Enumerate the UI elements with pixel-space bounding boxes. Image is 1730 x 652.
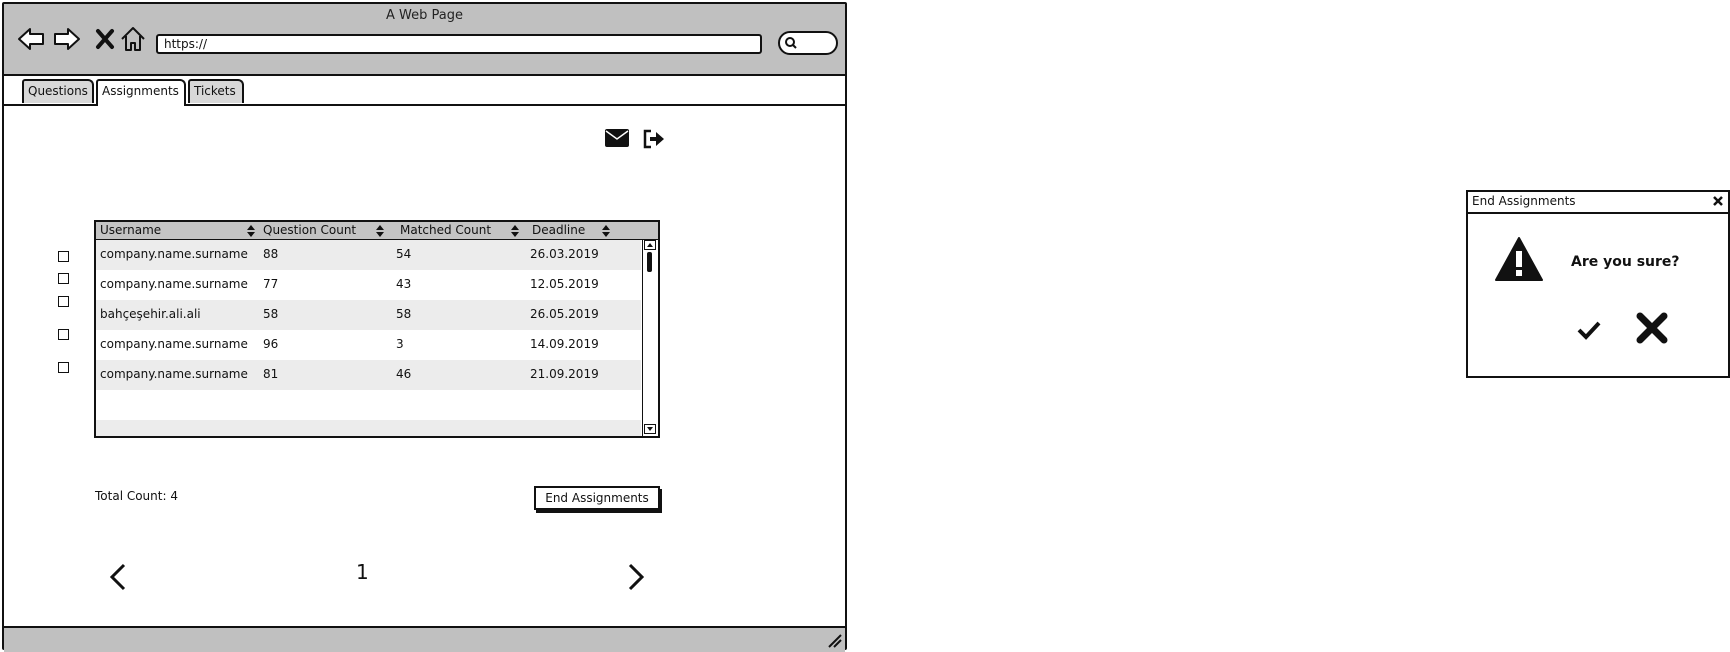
row-checkbox[interactable]: [58, 273, 69, 284]
assignments-table: Username Question Count Matched Count De…: [94, 220, 660, 438]
cell-question-count: 88: [263, 247, 279, 261]
cell-username: company.name.surname: [100, 277, 248, 291]
row-checkbox[interactable]: [58, 251, 69, 262]
vertical-scrollbar[interactable]: [642, 240, 657, 436]
url-input[interactable]: https://: [156, 34, 762, 54]
sort-icon[interactable]: [602, 225, 610, 237]
cell-deadline: 14.09.2019: [530, 337, 599, 351]
table-header: Username Question Count Matched Count De…: [96, 222, 658, 240]
dialog-titlebar: End Assignments: [1468, 192, 1728, 214]
scrollbar-thumb[interactable]: [647, 252, 652, 272]
close-icon[interactable]: [1634, 310, 1670, 346]
scroll-down-icon[interactable]: [644, 424, 656, 434]
cell-username: company.name.surname: [100, 367, 248, 381]
cell-username: company.name.surname: [100, 247, 248, 261]
table-row[interactable]: bahçeşehir.ali.ali 58 58 26.05.2019: [96, 300, 641, 330]
resize-grip-icon[interactable]: [826, 632, 842, 648]
end-assignments-button[interactable]: End Assignments: [534, 486, 660, 510]
cell-question-count: 77: [263, 277, 279, 291]
cell-username: bahçeşehir.ali.ali: [100, 307, 201, 321]
search-icon: [785, 37, 797, 49]
chevron-left-icon[interactable]: [108, 562, 128, 592]
table-row[interactable]: company.name.surname 81 46 21.09.2019: [96, 360, 641, 390]
home-icon[interactable]: [118, 24, 148, 54]
stop-icon[interactable]: [90, 24, 120, 54]
back-arrow-icon[interactable]: [16, 24, 46, 54]
forward-arrow-icon[interactable]: [52, 24, 82, 54]
close-icon[interactable]: [1710, 193, 1726, 209]
column-header-username[interactable]: Username: [100, 222, 161, 239]
row-checkbox[interactable]: [58, 296, 69, 307]
cell-question-count: 58: [263, 307, 279, 321]
cell-matched-count: 54: [396, 247, 412, 261]
window-title: A Web Page: [386, 8, 463, 23]
total-count-label: Total Count: 4: [95, 489, 178, 503]
check-icon[interactable]: [1576, 318, 1602, 342]
page-number[interactable]: 1: [356, 560, 369, 584]
column-header-deadline[interactable]: Deadline: [532, 222, 585, 239]
tab-questions[interactable]: Questions: [22, 79, 94, 103]
table-row-empty: [96, 390, 641, 420]
end-assignments-dialog: End Assignments Are you sure?: [1466, 190, 1730, 378]
sign-out-icon[interactable]: [642, 128, 666, 150]
cell-question-count: 81: [263, 367, 279, 381]
table-row[interactable]: company.name.surname 77 43 12.05.2019: [96, 270, 641, 300]
dialog-message: Are you sure?: [1571, 254, 1680, 270]
cell-deadline: 12.05.2019: [530, 277, 599, 291]
browser-search-box[interactable]: [778, 31, 838, 55]
tab-tickets[interactable]: Tickets: [188, 79, 244, 103]
cell-username: company.name.surname: [100, 337, 248, 351]
browser-window: A Web Page https:// Questions Assignment…: [2, 2, 847, 652]
chevron-right-icon[interactable]: [626, 562, 646, 592]
column-header-matched-count[interactable]: Matched Count: [400, 222, 491, 239]
cell-matched-count: 58: [396, 307, 412, 321]
cell-deadline: 26.03.2019: [530, 247, 599, 261]
tab-strip: Questions Assignments Tickets: [4, 76, 845, 106]
sort-icon[interactable]: [247, 225, 255, 237]
cell-deadline: 21.09.2019: [530, 367, 599, 381]
cell-matched-count: 43: [396, 277, 412, 291]
cell-question-count: 96: [263, 337, 279, 351]
cell-matched-count: 46: [396, 367, 412, 381]
sort-icon[interactable]: [376, 225, 384, 237]
tab-assignments[interactable]: Assignments: [96, 79, 186, 106]
sort-icon[interactable]: [511, 225, 519, 237]
table-row-empty: [96, 420, 641, 436]
envelope-icon[interactable]: [604, 128, 630, 148]
dialog-title: End Assignments: [1472, 194, 1576, 208]
table-row[interactable]: company.name.surname 88 54 26.03.2019: [96, 240, 641, 270]
row-checkbox[interactable]: [58, 362, 69, 373]
browser-titlebar: A Web Page https://: [4, 4, 845, 76]
table-row[interactable]: company.name.surname 96 3 14.09.2019: [96, 330, 641, 360]
warning-icon: [1495, 237, 1543, 281]
column-header-question-count[interactable]: Question Count: [263, 222, 356, 239]
browser-statusbar: [4, 626, 845, 652]
cell-matched-count: 3: [396, 337, 404, 351]
row-checkbox[interactable]: [58, 329, 69, 340]
cell-deadline: 26.05.2019: [530, 307, 599, 321]
scroll-up-icon[interactable]: [644, 240, 656, 250]
